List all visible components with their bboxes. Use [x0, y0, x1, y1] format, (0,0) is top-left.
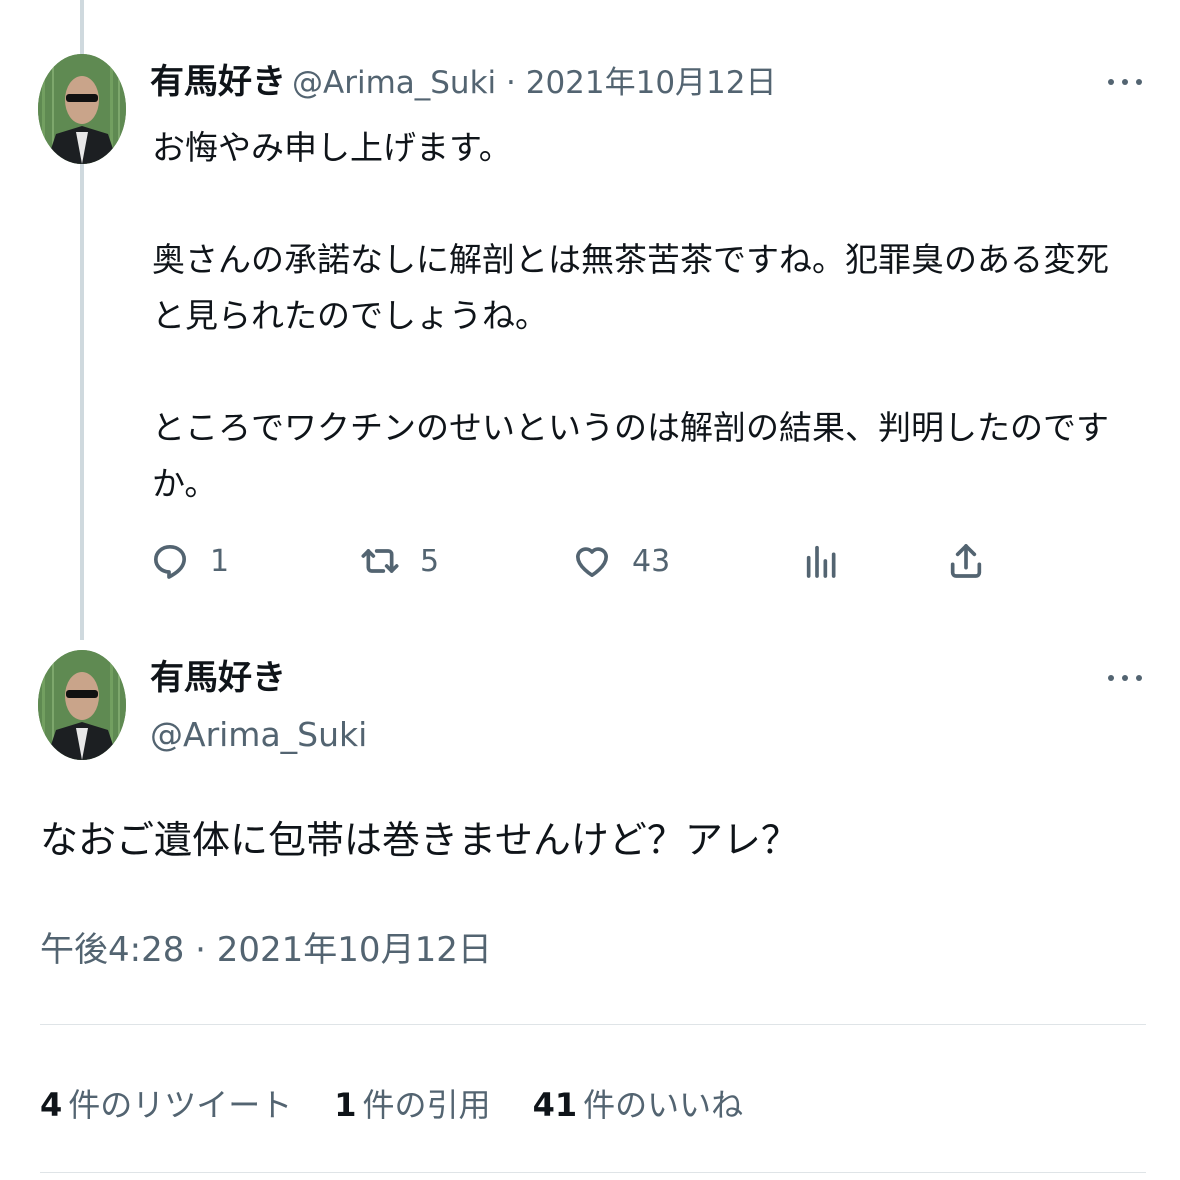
retweet-button[interactable]: 5 [360, 536, 439, 586]
reply-actions-bar: 1 5 43 [150, 536, 1010, 586]
quotes-stat[interactable]: 1 件の引用 [334, 1080, 490, 1126]
main-handle[interactable]: @Arima_Suki [150, 715, 367, 755]
more-icon[interactable] [1106, 668, 1146, 688]
tweet-stats: 4 件のリツイート 1 件の引用 41 件のいいね [40, 1080, 785, 1126]
avatar[interactable] [38, 54, 126, 164]
like-icon [576, 547, 608, 577]
share-icon [950, 544, 982, 578]
more-icon[interactable] [1106, 72, 1146, 92]
reply-button[interactable]: 1 [150, 536, 229, 586]
meta-separator: · [496, 65, 526, 101]
tweet-timestamp[interactable]: 午後4:28 · 2021年10月12日 [40, 928, 492, 972]
like-count: 43 [632, 543, 671, 579]
retweet-count: 5 [420, 543, 440, 579]
main-display-name[interactable]: 有馬好き [150, 658, 286, 698]
divider [40, 1024, 1146, 1025]
likes-number: 41 [532, 1086, 578, 1124]
reply-tweet-text: お悔やみ申し上げます。 奥さんの承諾なしに解剖とは無茶苦茶ですね。犯罪臭のある変… [152, 128, 1109, 503]
divider [40, 1172, 1146, 1173]
analytics-button[interactable] [802, 536, 842, 586]
quotes-label: 件の引用 [362, 1086, 491, 1124]
retweets-number: 4 [40, 1086, 63, 1124]
share-button[interactable] [946, 536, 986, 586]
reply-display-name[interactable]: 有馬好き [150, 62, 286, 102]
quotes-number: 1 [334, 1086, 357, 1124]
retweets-label: 件のリツイート [68, 1086, 293, 1124]
reply-meta: @Arima_Suki · 2021年10月12日 [292, 63, 777, 103]
avatar[interactable] [38, 650, 126, 760]
retweets-stat[interactable]: 4 件のリツイート [40, 1080, 292, 1126]
likes-label: 件のいいね [583, 1086, 744, 1124]
analytics-icon [806, 545, 836, 578]
likes-stat[interactable]: 41 件のいいね [533, 1080, 744, 1126]
retweet-icon [361, 549, 399, 573]
reply-handle[interactable]: @Arima_Suki [292, 65, 496, 101]
like-button[interactable]: 43 [572, 536, 670, 586]
main-tweet-text: なおご遺体に包帯は巻きませんけど？アレ？ [40, 818, 799, 862]
reply-count: 1 [210, 543, 230, 579]
reply-icon [154, 545, 187, 579]
reply-date[interactable]: 2021年10月12日 [526, 65, 777, 101]
